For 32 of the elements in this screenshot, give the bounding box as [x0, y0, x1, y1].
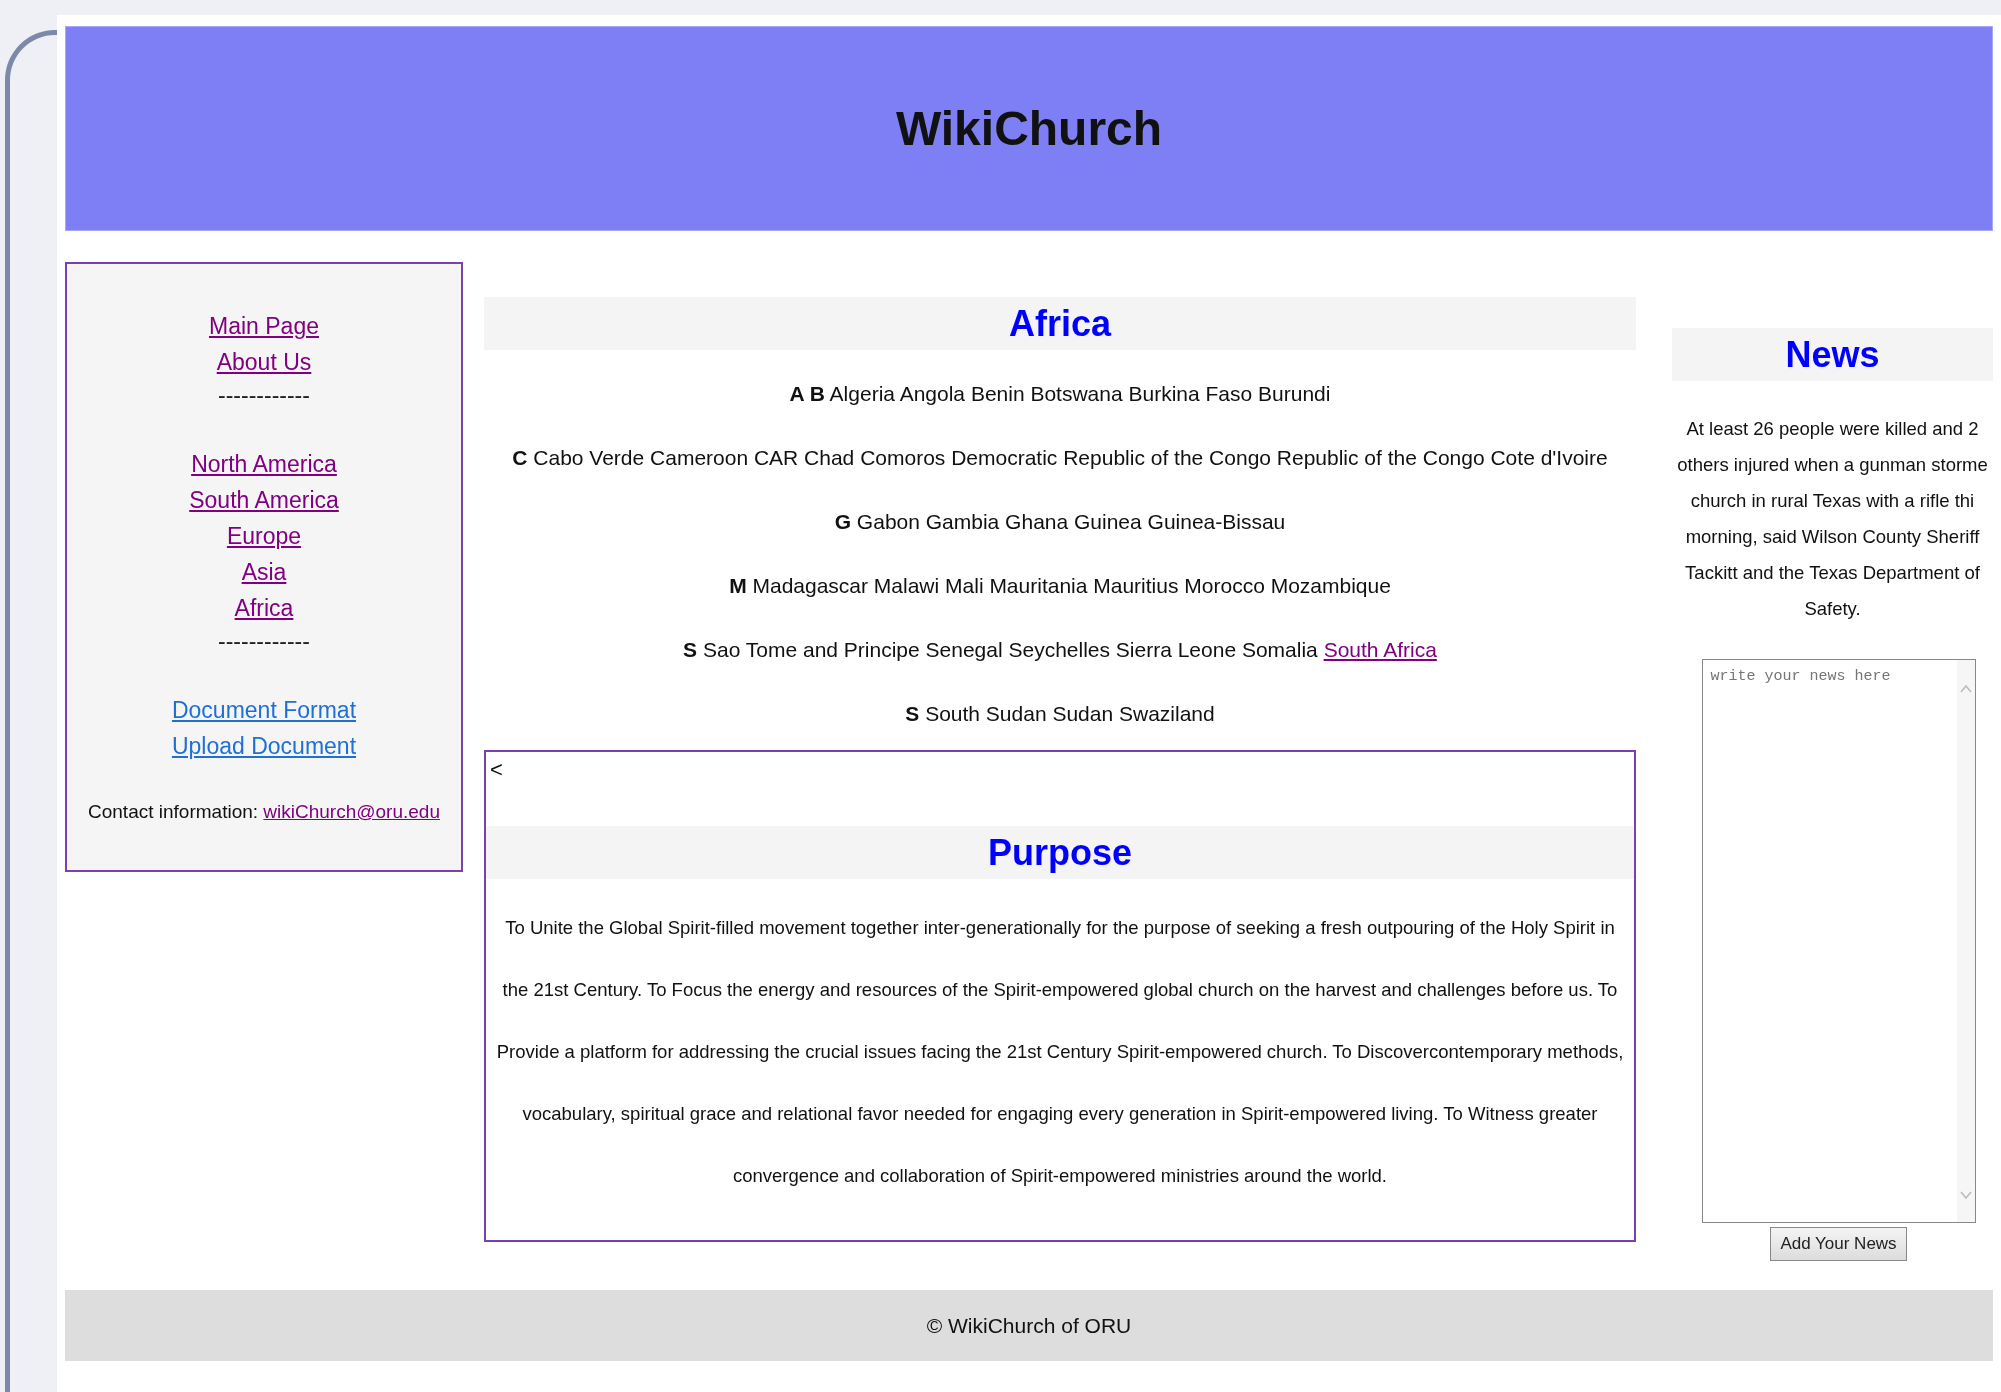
- purpose-paragraph: To Unite the Global Spirit-filled movement together inter-generationally for the purpose of seeking a fresh outpouring of the Holy Spirit in the 21st Century. To Focus the energy and resources of the Spirit-empowered global church on the harvest and challenges before us. To Provide a platform for addressing the crucial issues facing the 21st Century Spirit-empowered church. To Discovercontemporary methods, vocabulary, spiritual grace and relational favor needed for engaging every generation in Spirit-empowered living. To Witness greater convergence and collaboration of Spirit-empowered ministries around the world.: [496, 916, 1624, 1188]
- separator-text: ------------: [218, 381, 310, 410]
- marker-text: <: [489, 756, 504, 784]
- separator-text: ------------: [218, 627, 310, 656]
- contact-label: Contact information:: [88, 801, 259, 822]
- section-title: Africa: [1008, 302, 1111, 345]
- country-list: S South Sudan Sudan Swaziland: [484, 700, 1636, 728]
- scroll-down-icon[interactable]: [1959, 1190, 1972, 1200]
- news-input[interactable]: write your news here: [1701, 659, 1976, 1223]
- sidebar-link[interactable]: Asia: [241, 554, 287, 590]
- sidebar-link[interactable]: Africa: [234, 590, 294, 626]
- sidebar-link[interactable]: Document Format: [171, 692, 357, 728]
- country-link[interactable]: South Africa: [1323, 638, 1437, 661]
- country-list: S Sao Tome and Principe Senegal Seychelles Sierra Leone Somalia South Africa: [484, 636, 1636, 664]
- section-title: Purpose: [987, 831, 1132, 874]
- sidebar-link[interactable]: About Us: [216, 344, 312, 380]
- sidebar-link[interactable]: Main Page: [209, 308, 319, 344]
- email-link[interactable]: wikiChurch@oru.edu: [263, 801, 440, 822]
- section-title: News: [1785, 333, 1880, 376]
- add-news-button[interactable]: Add Your News: [1770, 1227, 1907, 1261]
- sidebar-link[interactable]: North America: [191, 446, 337, 482]
- sidebar-link[interactable]: Upload Document: [171, 728, 357, 764]
- site-title: WikiChurch: [895, 101, 1163, 156]
- sidebar-link[interactable]: South America: [189, 482, 339, 518]
- country-list: M Madagascar Malawi Mali Mauritania Mauritius Morocco Mozambique: [484, 572, 1636, 600]
- country-list: C Cabo Verde Cameroon CAR Chad Comoros Democratic Republic of the Congo Republic of the Congo Cote d'Ivoire: [484, 444, 1636, 472]
- copyright-text: © WikiChurch of ORU: [926, 1313, 1132, 1338]
- sidebar-link[interactable]: Europe: [226, 518, 302, 554]
- news-paragraph: At least 26 people were killed and 2 others injured when a gunman storme church in rural Texas with a rifle thi morning, said Wilson County Sheriff Tackitt and the Texas Department of Safety.: [1677, 417, 1988, 621]
- country-list: G Gabon Gambia Ghana Guinea Guinea-Bissau: [484, 508, 1636, 536]
- country-list: A B Algeria Angola Benin Botswana Burkina Faso Burundi: [484, 380, 1636, 408]
- scroll-up-icon[interactable]: [1959, 684, 1972, 694]
